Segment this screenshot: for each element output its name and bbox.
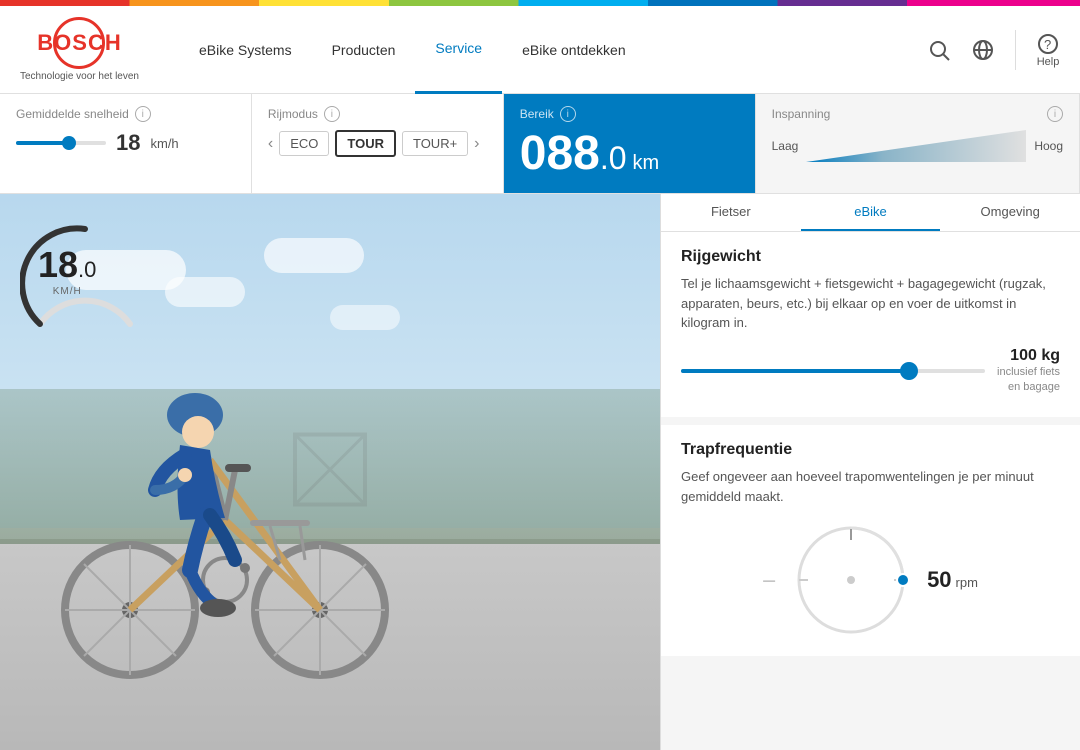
speed-slider[interactable] xyxy=(16,141,106,145)
nav-right-icons: ? Help xyxy=(927,30,1060,70)
tab-ebike[interactable]: eBike xyxy=(801,194,941,231)
header: BOSCH Technologie voor het leven eBike S… xyxy=(0,6,1080,94)
trapfrequentie-title: Trapfrequentie xyxy=(681,441,1060,459)
speedometer: 18.0 KM/H xyxy=(20,214,140,334)
bereik-value-row: 088.0 km xyxy=(520,130,739,178)
speed-info-icon[interactable]: i xyxy=(135,106,151,122)
mode-tour[interactable]: TOUR xyxy=(335,130,396,157)
low-high-bar: Laag Hoog xyxy=(772,130,1063,174)
help-label: Help xyxy=(1037,56,1060,68)
watermark-icon xyxy=(290,430,370,515)
bosch-logo-text: BOSCH xyxy=(37,30,121,56)
main-content: 18.0 KM/H xyxy=(0,194,1080,750)
bereik-unit: km xyxy=(633,152,660,175)
knob-left-dash: — xyxy=(763,573,775,587)
left-visualization: 18.0 KM/H xyxy=(0,194,660,750)
speedo-value: 18.0 KM/H xyxy=(38,244,96,297)
inspanning-title: Inspanning xyxy=(772,107,831,121)
bereik-info-icon[interactable]: i xyxy=(560,106,576,122)
svg-text:?: ? xyxy=(1044,37,1051,52)
inspanning-info-icon[interactable]: i xyxy=(1047,106,1063,122)
tab-omgeving[interactable]: Omgeving xyxy=(940,194,1080,231)
ride-mode-selector: ‹ ECO TOUR TOUR+ › xyxy=(268,130,487,157)
nav-producten[interactable]: Producten xyxy=(312,6,416,94)
logo-tagline: Technologie voor het leven xyxy=(20,71,139,82)
right-wrapper: Fietser eBike Omgeving Rijgewicht Tel je… xyxy=(660,194,1080,750)
controls-row: Gemiddelde snelheid i 18 km/h Rijmodus i… xyxy=(0,94,1080,194)
rijgewicht-value: 100 kg xyxy=(1010,347,1060,364)
divider xyxy=(1015,30,1016,70)
rpm-unit: rpm xyxy=(956,575,978,590)
inspanning-title-row: Inspanning i xyxy=(772,106,1063,122)
search-button[interactable] xyxy=(927,38,951,62)
logo-area[interactable]: BOSCH Technologie voor het leven xyxy=(20,17,139,82)
speed-value: 18 xyxy=(116,130,140,156)
mode-next-arrow[interactable]: › xyxy=(474,135,479,153)
speed-slider-thumb xyxy=(62,136,76,150)
language-button[interactable] xyxy=(971,38,995,62)
nav-service[interactable]: Service xyxy=(415,6,502,94)
speed-display: 18 km/h xyxy=(16,130,235,156)
mode-tour-plus[interactable]: TOUR+ xyxy=(402,131,468,156)
help-button[interactable]: ? Help xyxy=(1036,32,1060,68)
cloud4 xyxy=(330,305,400,330)
speed-label: Gemiddelde snelheid i xyxy=(16,106,235,122)
rijgewicht-slider-row: 100 kg inclusief fietsen bagage xyxy=(681,347,1060,396)
tab-fietser[interactable]: Fietser xyxy=(661,194,801,231)
gradient-bar xyxy=(806,130,1026,162)
rijgewicht-desc: Tel je lichaamsgewicht + fietsgewicht + … xyxy=(681,274,1060,333)
nav-ebike-systems[interactable]: eBike Systems xyxy=(179,6,312,94)
bike-scene: 18.0 KM/H xyxy=(0,194,660,750)
high-label: Hoog xyxy=(1034,139,1063,153)
ridemode-info-icon[interactable]: i xyxy=(324,106,340,122)
speed-panel: Gemiddelde snelheid i 18 km/h xyxy=(0,94,252,193)
rijgewicht-slider-thumb xyxy=(900,362,918,380)
cloud2 xyxy=(165,277,245,307)
bereik-panel: Bereik i 088.0 km xyxy=(504,94,756,193)
speedo-unit: KM/H xyxy=(38,286,96,297)
trapfrequentie-section: Trapfrequentie Geef ongeveer aan hoeveel… xyxy=(661,425,1080,656)
rpm-value-row: 50 rpm xyxy=(927,567,978,593)
knob-container: — xyxy=(681,520,1060,640)
rijgewicht-slider-fill xyxy=(681,369,909,373)
nav-ebike-ontdekken[interactable]: eBike ontdekken xyxy=(502,6,646,94)
cyclist-illustration xyxy=(50,360,410,690)
cloud3 xyxy=(264,238,364,273)
nav-items: eBike Systems Producten Service eBike on… xyxy=(179,6,927,94)
knob[interactable] xyxy=(791,520,911,640)
tabs-row: Fietser eBike Omgeving xyxy=(661,194,1080,232)
rijgewicht-slider[interactable] xyxy=(681,369,985,373)
bosch-logo-circle: BOSCH xyxy=(53,17,105,69)
mode-eco[interactable]: ECO xyxy=(279,131,329,156)
speed-unit: km/h xyxy=(150,136,178,151)
rijgewicht-section: Rijgewicht Tel je lichaamsgewicht + fiet… xyxy=(661,232,1080,417)
speed-slider-fill xyxy=(16,141,66,145)
ridemode-panel: Rijmodus i ‹ ECO TOUR TOUR+ › xyxy=(252,94,504,193)
rijgewicht-subtext: inclusief fietsen bagage xyxy=(997,365,1060,396)
rpm-value: 50 xyxy=(927,567,951,593)
trapfrequentie-desc: Geef ongeveer aan hoeveel trapomwentelin… xyxy=(681,467,1060,506)
bereik-label: Bereik i xyxy=(520,106,739,122)
ridemode-label: Rijmodus i xyxy=(268,106,487,122)
mode-prev-arrow[interactable]: ‹ xyxy=(268,135,273,153)
rijgewicht-title: Rijgewicht xyxy=(681,248,1060,266)
bereik-value: 088.0 xyxy=(520,130,627,178)
inspanning-header-panel: Inspanning i Laag Hoog xyxy=(756,94,1080,193)
low-label: Laag xyxy=(772,139,799,153)
